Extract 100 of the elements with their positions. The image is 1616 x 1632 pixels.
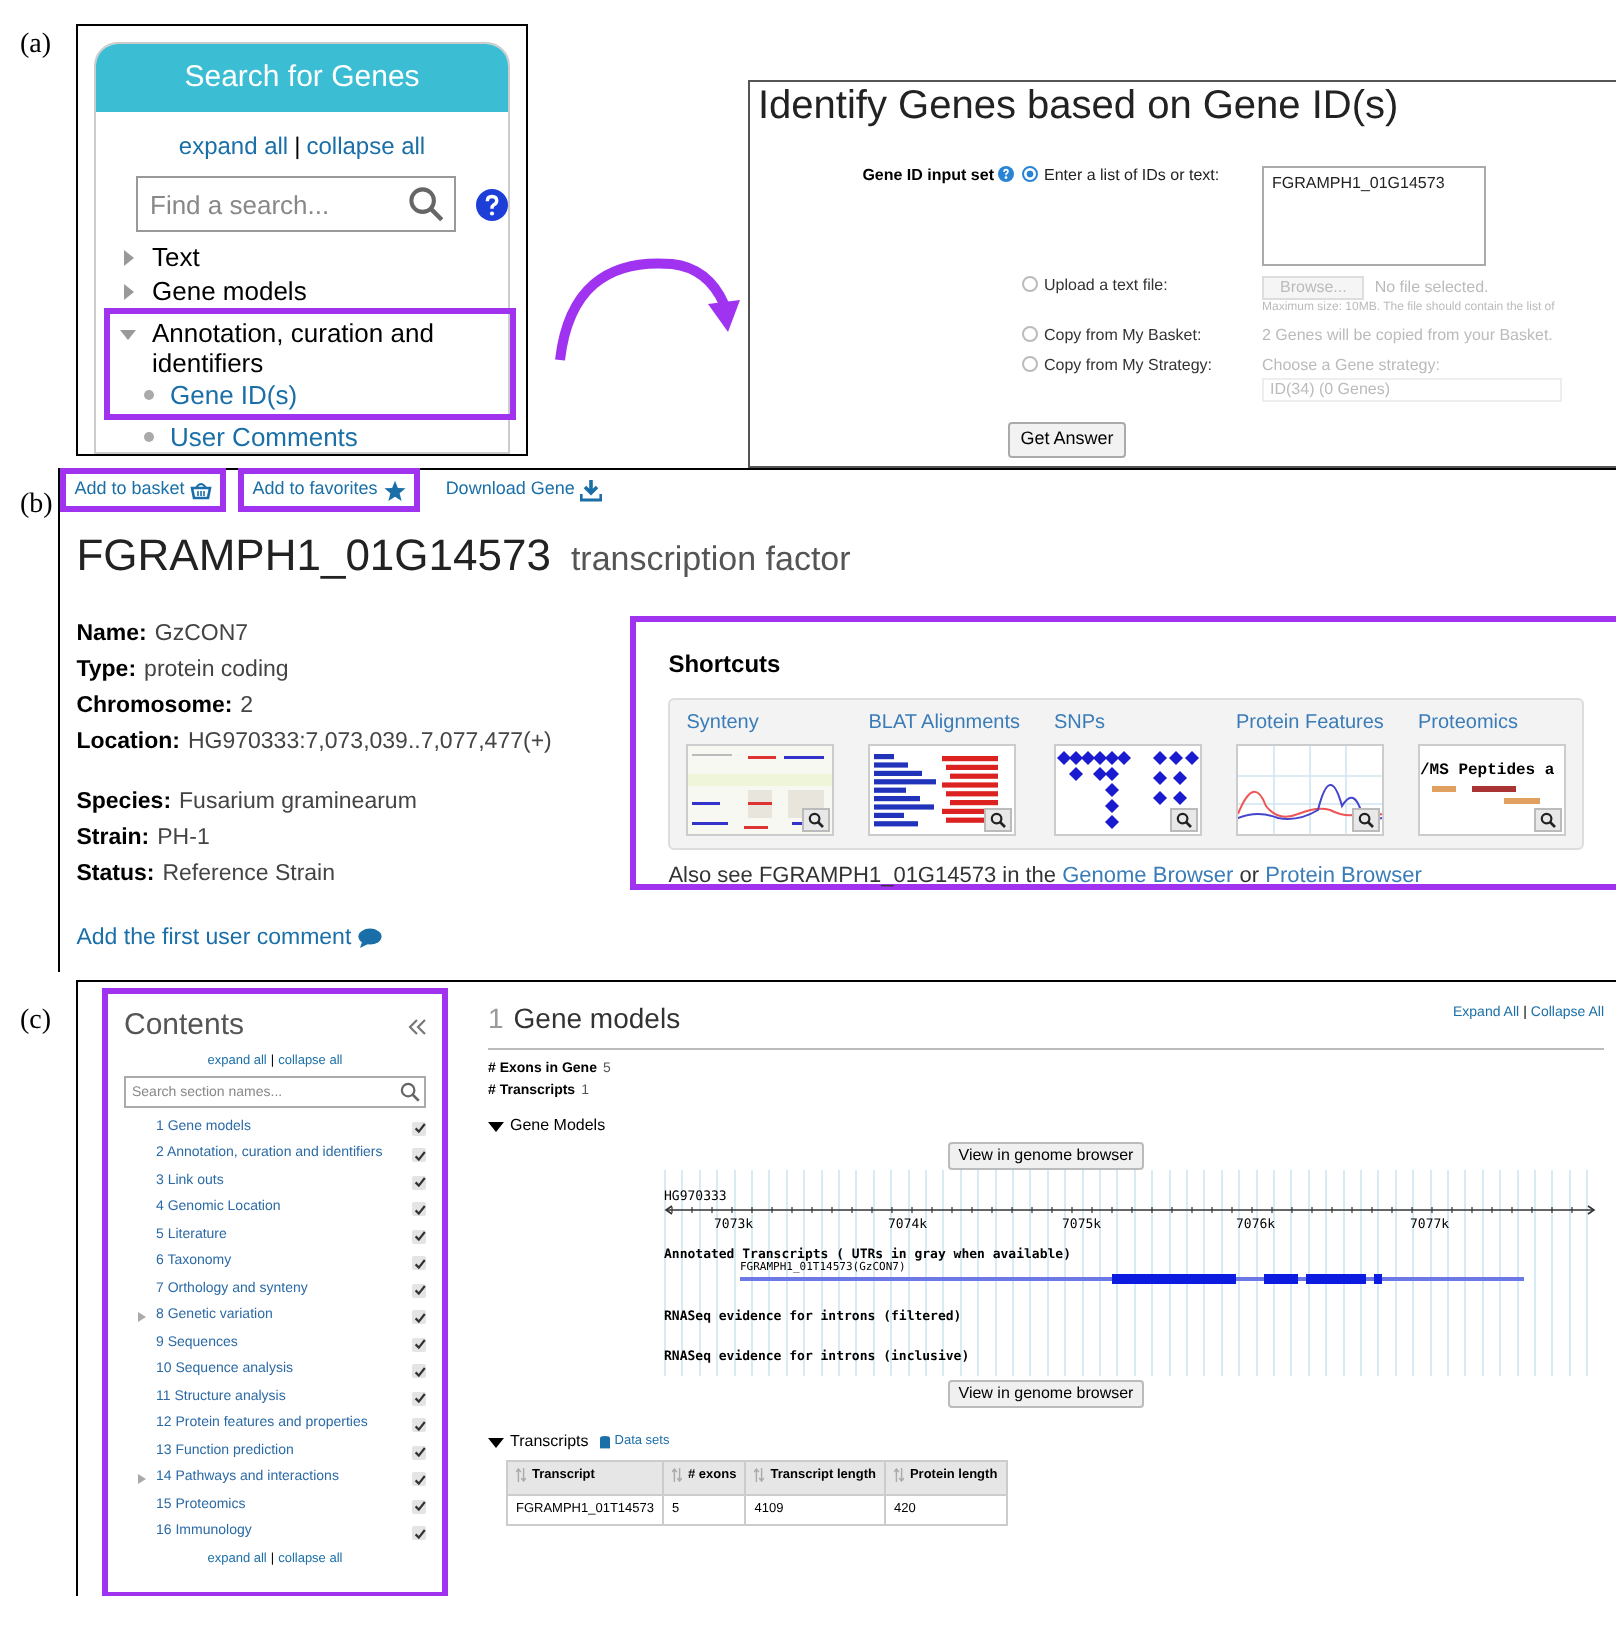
peptide-bar [1432, 786, 1456, 792]
help-icon[interactable] [476, 187, 508, 221]
field-value: GzCON7 [154, 620, 249, 650]
zoom-icon[interactable] [1170, 808, 1198, 832]
section-checkbox[interactable] [412, 1418, 426, 1432]
thumbnail-text: /MS Peptides a [1420, 762, 1557, 780]
caret-right-icon[interactable] [120, 284, 136, 300]
section-toggle[interactable]: Transcripts [488, 1430, 589, 1454]
search-field[interactable]: Find a search... [136, 176, 456, 232]
field-value: Reference Strain [162, 860, 335, 890]
section-toggle[interactable]: Gene Models [488, 1114, 606, 1138]
file-status: No file selected. [1374, 278, 1489, 298]
section-checkbox[interactable] [412, 1445, 426, 1459]
field-value: protein coding [144, 656, 289, 686]
caret-down-icon[interactable] [488, 1434, 504, 1450]
thumbnail-frame[interactable] [1236, 744, 1384, 836]
section-checkbox[interactable] [412, 1121, 426, 1135]
browser-link[interactable]: Genome Browser [1062, 864, 1234, 888]
caret-right-icon[interactable] [120, 250, 136, 266]
genome-browser-button[interactable]: View in genome browser [948, 1380, 1144, 1408]
thumbnail-frame[interactable] [1054, 744, 1202, 836]
strategy-hint: Choose a Gene strategy: [1262, 356, 1442, 376]
field-value: HG970333:7,073,039..7,077,477(+) [187, 728, 552, 758]
download-icon [580, 479, 603, 501]
action-link[interactable]: Add to basket [60, 468, 227, 512]
snp-thumbnail-drawing [1056, 746, 1200, 834]
section-checkbox[interactable] [412, 1283, 426, 1297]
star-icon [383, 479, 406, 501]
tree-link[interactable]: User Comments [170, 422, 358, 452]
get-answer-button[interactable]: Get Answer [1008, 422, 1126, 457]
section-number: 1 [488, 1000, 504, 1038]
tree-item[interactable]: Gene models [152, 276, 307, 306]
section-checkbox[interactable] [412, 1148, 426, 1162]
help-icon[interactable] [998, 166, 1014, 182]
field-label: Name: [76, 620, 147, 650]
section-checkbox[interactable] [412, 1364, 426, 1378]
zoom-icon[interactable] [984, 808, 1013, 832]
search-icon[interactable] [408, 186, 444, 222]
zoom-icon[interactable] [802, 808, 831, 832]
field-value: Fusarium graminearum [179, 788, 417, 818]
separator-text: | [294, 130, 301, 164]
section-checkbox[interactable] [412, 1526, 426, 1540]
contents-title: Contents [124, 1006, 245, 1046]
field-label: Type: [76, 656, 137, 686]
section-checkbox[interactable] [412, 1229, 426, 1243]
shortcut-link[interactable]: BLAT Alignments [868, 708, 1020, 738]
gene-product: transcription factor [570, 538, 851, 582]
field-label: Strain: [76, 824, 150, 854]
field-value: PH-1 [157, 824, 210, 854]
section-checkbox[interactable] [412, 1472, 426, 1486]
tree-link[interactable]: Gene ID(s) [170, 380, 298, 410]
field-value: 2 [240, 692, 254, 722]
field-label: Status: [76, 860, 155, 890]
shortcut-link[interactable]: Proteomics [1418, 708, 1566, 738]
section-checkbox[interactable] [412, 1499, 426, 1513]
gene-id-title: FGRAMPH1_01G14573 [76, 528, 551, 584]
thumbnail-frame[interactable]: /MS Peptides a [1418, 744, 1566, 836]
shortcut-link[interactable]: Protein Features [1236, 708, 1384, 738]
field-label: Location: [76, 728, 180, 758]
protein-plot-thumbnail-drawing [1238, 746, 1382, 834]
section-checkbox[interactable] [412, 1310, 426, 1324]
section-checkbox[interactable] [412, 1391, 426, 1405]
peptide-bar [1472, 786, 1516, 792]
peptide-bar [1504, 798, 1540, 804]
field-label: Chromosome: [76, 692, 233, 722]
tree-item[interactable]: Annotation, curation and identifiers [152, 318, 498, 378]
panel-label: (c) [18, 1004, 54, 1040]
card-header: Search for Genes [96, 44, 508, 112]
section-checkbox[interactable] [412, 1175, 426, 1189]
collapse-sidebar-icon[interactable] [408, 1017, 426, 1036]
basket-note: 2 Genes will be copied from your Basket. [1262, 326, 1553, 346]
speech-bubble-icon [357, 928, 382, 948]
section-checkbox[interactable] [412, 1256, 426, 1270]
search-icon[interactable] [400, 1082, 420, 1103]
zoom-icon[interactable] [1534, 808, 1562, 832]
field-label: Species: [76, 788, 172, 818]
browser-link[interactable]: Protein Browser [1265, 864, 1422, 888]
user-comment-link[interactable]: Add the first user comment [76, 920, 631, 956]
genome-browser-button[interactable]: View in genome browser [948, 1142, 1144, 1170]
action-link[interactable]: Download Gene [431, 468, 617, 512]
action-link[interactable]: Add to favorites [238, 468, 420, 512]
bullet-icon [144, 390, 154, 400]
section-title: Gene models [513, 1000, 681, 1038]
expand-all-link[interactable]: expand all [178, 128, 289, 164]
bullet-icon [144, 432, 154, 442]
panel-label: (a) [18, 28, 54, 64]
option-label[interactable]: Enter a list of IDs or text: [1044, 166, 1220, 186]
section-checkbox[interactable] [412, 1202, 426, 1216]
database-icon [600, 1435, 611, 1449]
zoom-icon[interactable] [1352, 808, 1380, 832]
shortcut-link[interactable]: SNPs [1054, 708, 1202, 738]
panel-label: (b) [18, 488, 55, 524]
caret-down-icon[interactable] [488, 1118, 504, 1134]
shortcut-link[interactable]: Synteny [686, 708, 835, 738]
tree-item[interactable]: Text [152, 242, 200, 272]
radio-button[interactable] [1022, 166, 1038, 182]
section-checkbox[interactable] [412, 1337, 426, 1351]
collapse-all-link[interactable]: collapse all [306, 128, 426, 164]
basket-icon [190, 480, 213, 500]
id-textarea[interactable]: FGRAMPH1_01G14573 [1262, 166, 1486, 266]
